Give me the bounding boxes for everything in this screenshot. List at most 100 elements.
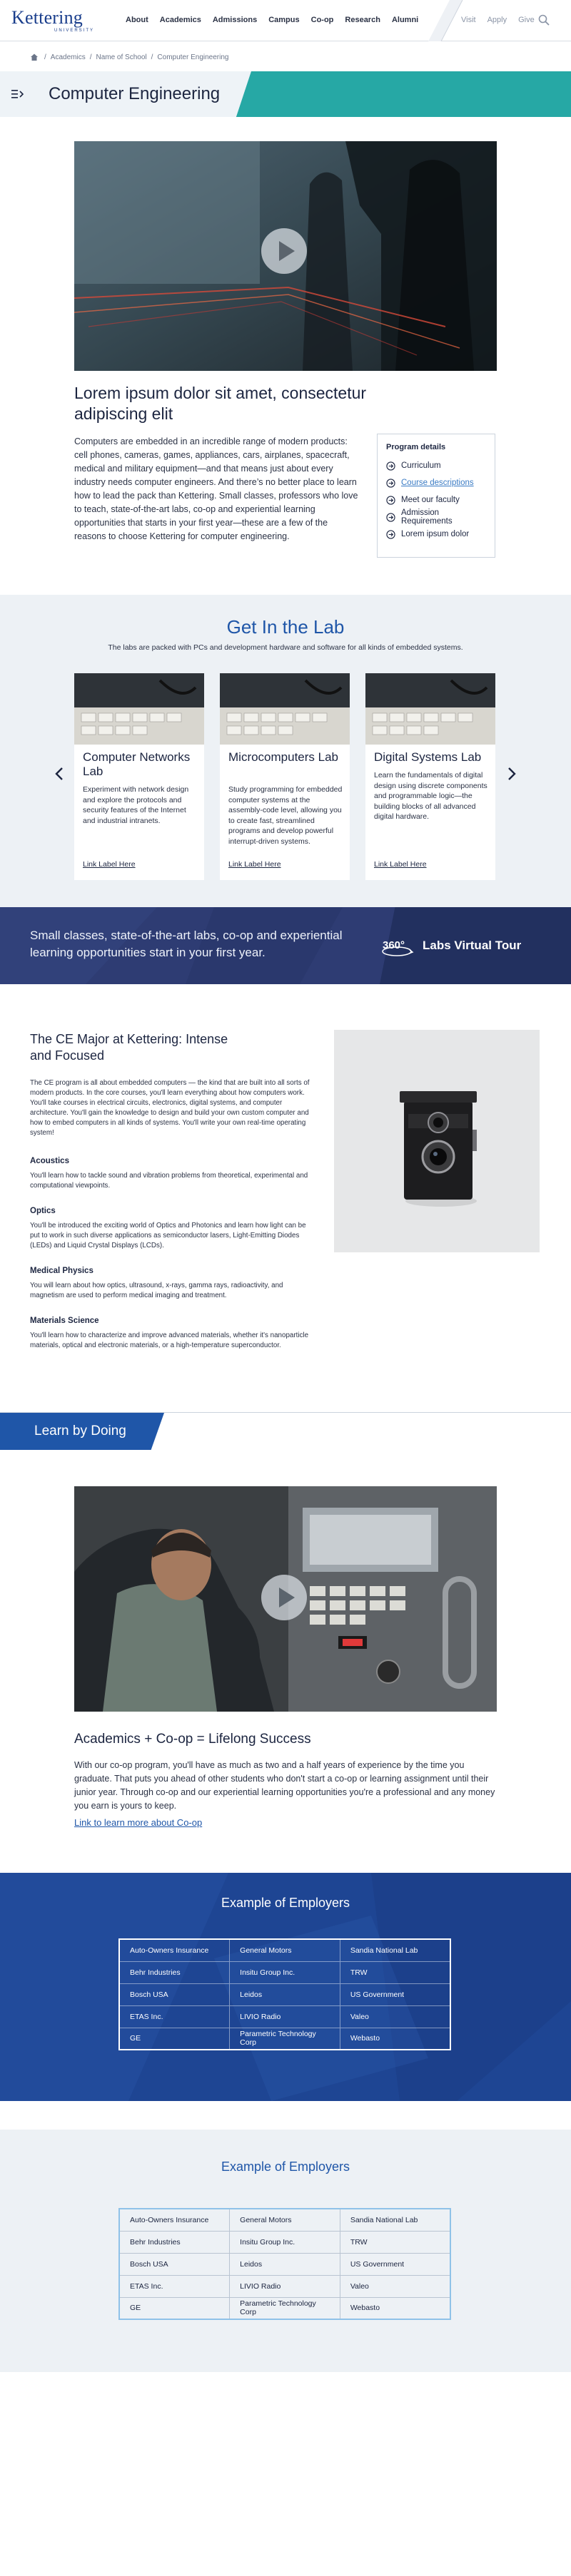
coop-video[interactable] [74, 1486, 497, 1712]
intro-heading: Lorem ipsum dolor sit amet, consectetur … [74, 384, 367, 423]
labs-section: Get In the Lab The labs are packed with … [0, 595, 571, 907]
nav-admissions[interactable]: Admissions [213, 16, 257, 24]
subject-title: Medical Physics [30, 1267, 94, 1275]
employer-cell: GE [119, 2027, 230, 2050]
util-apply[interactable]: Apply [487, 16, 507, 24]
labs-title: Get In the Lab [226, 616, 345, 638]
breadcrumb-school[interactable]: Name of School [96, 53, 146, 61]
employer-cell: Sandia National Lab [339, 2208, 450, 2231]
breadcrumb-divider: / [44, 53, 46, 61]
carousel-next-icon[interactable] [507, 767, 517, 781]
play-button[interactable] [261, 1575, 307, 1620]
section-menu-icon[interactable] [11, 88, 24, 100]
labs-subtitle: The labs are packed with PCs and develop… [108, 643, 463, 652]
employer-cell: Bosch USA [119, 2252, 230, 2275]
arrow-right-circle-icon [386, 495, 395, 505]
subject-body: You'll learn how to tackle sound and vib… [30, 1172, 308, 1190]
breadcrumb-academics[interactable]: Academics [51, 53, 86, 61]
nav-campus[interactable]: Campus [268, 16, 299, 24]
nav-coop[interactable]: Co-op [311, 16, 334, 24]
employer-cell: LIVIO Radio [229, 2005, 340, 2028]
lab-image [74, 673, 204, 745]
lab-card: Microcomputers Lab Study programming for… [220, 673, 350, 880]
kettering-logo[interactable]: Kettering UNIVERSITY [11, 9, 104, 34]
lab-title: Digital Systems Lab [374, 750, 482, 764]
table-row: GE Parametric Technology Corp Webasto [119, 2296, 450, 2319]
major-body: The CE program is all about embedded com… [30, 1079, 310, 1137]
intro-body: Computers are embedded in an incredible … [74, 436, 358, 541]
employer-cell: US Government [339, 1983, 450, 2005]
subject-title: Materials Science [30, 1317, 99, 1325]
table-row: Behr Industries Insitu Group Inc. TRW [119, 2230, 450, 2253]
employer-cell: Leidos [229, 1983, 340, 2005]
svg-text:360°: 360° [383, 939, 405, 951]
play-button[interactable] [261, 228, 307, 274]
employers-title: Example of Employers [221, 2160, 350, 2174]
employer-cell: Parametric Technology Corp [229, 2296, 340, 2319]
employers-section-light: Example of Employers Auto-Owners Insuran… [0, 2130, 571, 2372]
util-give[interactable]: Give [518, 16, 535, 24]
page-title-bar: Computer Engineering [0, 71, 571, 117]
employer-cell: ETAS Inc. [119, 2274, 230, 2297]
360-icon[interactable]: 360° [381, 934, 417, 959]
employer-cell: Valeo [339, 2005, 450, 2028]
subject-body: You will learn about how optics, ultraso… [30, 1282, 283, 1299]
employer-cell: Webasto [339, 2296, 450, 2319]
lab-link[interactable]: Link Label Here [83, 860, 136, 869]
employer-cell: Auto-Owners Insurance [119, 2208, 230, 2231]
employer-cell: ETAS Inc. [119, 2005, 230, 2028]
program-link-label: Meet our faculty [401, 496, 460, 504]
carousel-prev-icon[interactable] [54, 767, 64, 781]
program-link-curriculum[interactable]: Curriculum [386, 457, 486, 474]
lab-description: Study programming for embedded computer … [228, 785, 343, 846]
nav-academics[interactable]: Academics [160, 16, 201, 24]
breadcrumb: / Academics / Name of School / Computer … [30, 53, 233, 61]
lab-description: Learn the fundamentals of digital design… [374, 771, 487, 821]
nav-about[interactable]: About [126, 16, 148, 24]
utility-nav: Visit Apply Give [461, 16, 546, 24]
lab-title: Computer Networks Lab [83, 750, 191, 778]
breadcrumb-current: Computer Engineering [157, 53, 229, 61]
lab-link[interactable]: Link Label Here [374, 860, 427, 869]
employers-section-dark: Example of Employers Auto-Owners Insuran… [0, 1873, 571, 2101]
virtual-tour-label[interactable]: Labs Virtual Tour [423, 939, 521, 953]
lab-card: Computer Networks Lab Experiment with ne… [74, 673, 204, 880]
nav-alumni[interactable]: Alumni [392, 16, 418, 24]
employer-cell: General Motors [229, 2208, 340, 2231]
breadcrumb-divider: / [151, 53, 153, 61]
program-link-label: Curriculum [401, 461, 441, 470]
util-visit[interactable]: Visit [461, 16, 476, 24]
coop-heading: Academics + Co-op = Lifelong Success [74, 1732, 311, 1747]
program-details-box: Program details Curriculum Course descri… [377, 434, 495, 558]
program-link-faculty[interactable]: Meet our faculty [386, 491, 486, 508]
program-link-label: Admission Requirements [401, 508, 453, 526]
main-nav: About Academics Admissions Campus Co-op … [126, 16, 430, 24]
subject-body: You'll learn how to characterize and imp… [30, 1332, 309, 1349]
lab-card: Digital Systems Lab Learn the fundamenta… [365, 673, 495, 880]
page-title: Computer Engineering [49, 84, 221, 103]
nav-research[interactable]: Research [345, 16, 380, 24]
employer-cell: Leidos [229, 2252, 340, 2275]
coop-learn-more-link[interactable]: Link to learn more about Co-op [74, 1817, 202, 1828]
arrow-right-circle-icon [386, 512, 395, 522]
employers-title: Example of Employers [221, 1896, 350, 1910]
program-link-admission[interactable]: Admission Requirements [386, 508, 486, 526]
employer-cell: Sandia National Lab [339, 1938, 450, 1961]
employer-cell: Behr Industries [119, 1961, 230, 1983]
employer-cell: Auto-Owners Insurance [119, 1938, 230, 1961]
program-link-lorem[interactable]: Lorem ipsum dolor [386, 526, 486, 543]
hero-video[interactable] [74, 141, 497, 371]
coop-body: With our co-op program, you'll have as m… [74, 1760, 495, 1811]
program-link-course-descriptions[interactable]: Course descriptions [386, 474, 486, 491]
employer-cell: Webasto [339, 2027, 450, 2050]
logo-subtext: UNIVERSITY [54, 29, 95, 33]
table-row: Auto-Owners Insurance General Motors San… [119, 1938, 450, 1961]
arrow-right-circle-icon [386, 478, 395, 488]
home-icon[interactable] [30, 53, 39, 61]
lab-link[interactable]: Link Label Here [228, 860, 281, 869]
program-link-label: Course descriptions [401, 479, 474, 487]
employer-cell: TRW [339, 2230, 450, 2253]
search-icon[interactable] [538, 14, 550, 26]
subject-title: Optics [30, 1207, 56, 1215]
employer-cell: Insitu Group Inc. [229, 1961, 340, 1983]
